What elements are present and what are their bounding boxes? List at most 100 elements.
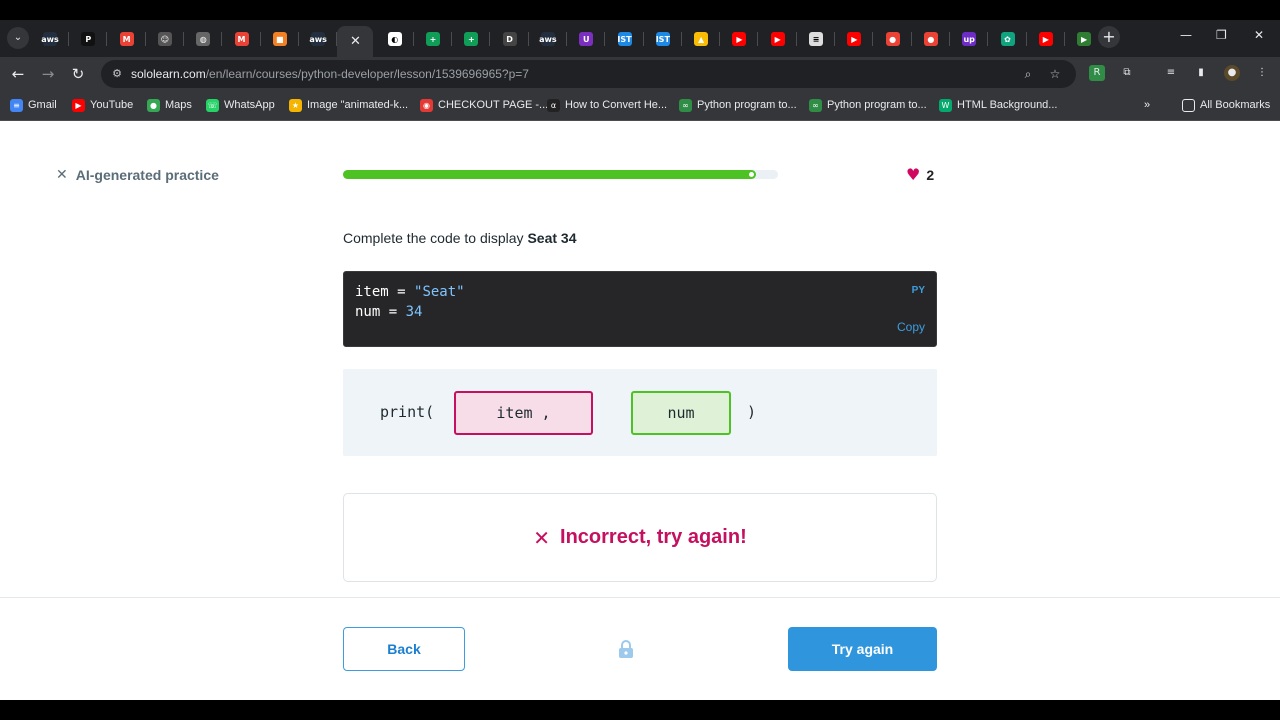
browser-tab[interactable]: ▶ — [720, 26, 759, 52]
browser-window: ⌄ aws P M ☺ ◍ M ■ aws ✕ ◐ + + Daws U IST IST ▲ ▶ ▶ ≡ ▶ ● ● up ✿ ▶… — [0, 0, 1280, 720]
bookmark-item[interactable]: ▶ YouTube — [72, 97, 133, 113]
browser-tab[interactable]: aws — [31, 26, 69, 52]
globe-icon: ◍ — [196, 32, 211, 46]
all-bookmarks-button[interactable]: All Bookmarks — [1182, 97, 1270, 113]
window-close-icon[interactable]: ✕ — [1254, 28, 1264, 42]
youtube-icon: ▶ — [732, 32, 747, 46]
zoom-icon[interactable]: ⌕ — [1020, 66, 1036, 82]
answer-slot-incorrect[interactable]: item , — [454, 391, 593, 435]
browser-tab[interactable]: + — [452, 26, 491, 52]
p-icon: P — [81, 32, 96, 46]
menu-kebab-icon[interactable]: ⋮ — [1254, 65, 1270, 81]
bookmark-item[interactable]: ● Maps — [147, 97, 192, 113]
browser-tab[interactable]: ● — [874, 26, 912, 52]
minimize-icon[interactable]: — — [1180, 28, 1192, 42]
youtube-icon: ▶ — [847, 32, 862, 46]
lock-icon — [619, 640, 633, 658]
new-tab-button[interactable]: + — [1098, 26, 1120, 48]
youtube-icon: ▶ — [770, 32, 785, 46]
side-panel-icon[interactable]: ▮ — [1193, 65, 1209, 81]
bookmark-item[interactable]: ≡ Gmail — [10, 97, 57, 113]
bookmark-item[interactable]: W HTML Background... — [939, 97, 1057, 113]
drive-icon: ▲ — [694, 32, 709, 46]
youtube-icon: ▶ — [72, 98, 85, 112]
aws-icon: aws — [539, 32, 557, 46]
feedback-panel: ✕ Incorrect, try again! — [343, 493, 937, 582]
browser-tab[interactable]: aws — [529, 26, 567, 52]
bookmark-item[interactable]: ∞ Python program to... — [679, 97, 797, 113]
lesson-page: ✕ AI-generated practice ♥ 2 Complete the… — [0, 121, 1280, 700]
browser-tab[interactable]: ✿ — [989, 26, 1027, 52]
bookmark-label: Python program to... — [697, 99, 797, 111]
forward-arrow-icon[interactable]: → — [37, 63, 59, 85]
practice-title: AI-generated practice — [75, 167, 219, 183]
bookmark-item[interactable]: ☏ WhatsApp — [206, 97, 275, 113]
browser-toolbar: ← → ↻ ⚙ sololearn.com/en/learn/courses/p… — [0, 57, 1280, 90]
browser-tab[interactable]: ● — [912, 26, 950, 52]
site-info-icon[interactable]: ⚙ — [110, 67, 124, 81]
r-extension-icon[interactable]: R — [1089, 65, 1105, 81]
browser-tab[interactable]: ▶ — [835, 26, 874, 52]
tab-search-button[interactable]: ⌄ — [7, 27, 29, 49]
browser-tab[interactable]: ▶ — [759, 26, 797, 52]
sololearn-icon: ◐ — [387, 32, 402, 46]
bookmark-label: Python program to... — [827, 99, 927, 111]
browser-tab[interactable]: ■ — [261, 26, 299, 52]
url-text: sololearn.com/en/learn/courses/python-de… — [131, 67, 529, 81]
bookmark-star-icon[interactable]: ☆ — [1047, 66, 1063, 82]
reading-list-icon[interactable]: ≡ — [1163, 65, 1179, 81]
browser-tab[interactable]: ◍ — [184, 26, 223, 52]
browser-tab[interactable]: U — [567, 26, 606, 52]
browser-tab[interactable]: D — [491, 26, 529, 52]
avatar[interactable]: ● — [1224, 65, 1240, 81]
code-string: "Seat" — [414, 284, 465, 300]
browser-tab[interactable]: + — [414, 26, 452, 52]
browser-tab[interactable]: P — [69, 26, 108, 52]
copy-button[interactable]: Copy — [897, 320, 925, 334]
browser-tab[interactable]: M — [223, 26, 261, 52]
progress-bar — [343, 170, 778, 179]
bookmark-item[interactable]: ◉ CHECKOUT PAGE -... — [420, 97, 548, 113]
sheets-icon: + — [426, 32, 440, 46]
close-practice-button[interactable]: ✕ AI-generated practice — [56, 167, 219, 183]
browser-tab[interactable]: ▶ — [1027, 26, 1065, 52]
back-button[interactable]: Back — [343, 627, 465, 671]
extensions-puzzle-icon[interactable]: ⧉ — [1119, 65, 1135, 81]
gfg-icon: ∞ — [809, 98, 822, 112]
gmail-icon: M — [234, 32, 249, 46]
maps-icon: ● — [147, 98, 160, 112]
back-arrow-icon[interactable]: ← — [7, 63, 29, 85]
robot-icon: ☺ — [157, 32, 172, 46]
browser-tab[interactable]: M — [108, 26, 146, 52]
browser-tab[interactable]: ▲ — [682, 26, 721, 52]
bookmark-item[interactable]: ★ Image "animated-k... — [289, 97, 408, 113]
address-bar[interactable]: ⚙ sololearn.com/en/learn/courses/python-… — [101, 60, 1076, 88]
browser-tab[interactable]: IST — [644, 26, 682, 52]
question-target: Seat 34 — [527, 230, 577, 246]
answer-slot-correct[interactable]: num — [631, 391, 731, 435]
hearts-counter: ♥ 2 — [906, 165, 934, 184]
code-block: item = "Seat" num = 34 PY Copy — [343, 271, 937, 347]
star-icon: ★ — [289, 98, 302, 112]
try-again-button[interactable]: Try again — [788, 627, 937, 671]
heart-icon: ♥ — [906, 165, 921, 184]
bookmark-item[interactable]: ∞ Python program to... — [809, 97, 927, 113]
browser-tab[interactable]: up — [950, 26, 989, 52]
restore-icon[interactable]: ❐ — [1216, 28, 1227, 42]
error-x-icon: ✕ — [533, 525, 551, 550]
browser-tab[interactable]: aws — [299, 26, 338, 52]
browser-tab[interactable]: IST — [606, 26, 644, 52]
folder-icon — [1182, 98, 1195, 112]
browser-tab[interactable]: ☺ — [146, 26, 184, 52]
browser-tab[interactable]: ◐ — [376, 26, 414, 52]
gmail-icon: M — [119, 32, 134, 46]
browser-tab[interactable]: ≡ — [797, 26, 835, 52]
sheets-icon: + — [464, 32, 479, 46]
url-path: /en/learn/courses/python-developer/lesso… — [205, 67, 529, 81]
close-tab-icon[interactable]: ✕ — [350, 34, 361, 49]
bookmarks-overflow-icon[interactable]: » — [1144, 97, 1150, 113]
browser-tab[interactable]: ✕ — [337, 26, 374, 57]
bookmark-item[interactable]: α How to Convert He... — [547, 97, 667, 113]
reload-icon[interactable]: ↻ — [67, 63, 89, 85]
youtube-icon: ▶ — [1038, 32, 1053, 46]
